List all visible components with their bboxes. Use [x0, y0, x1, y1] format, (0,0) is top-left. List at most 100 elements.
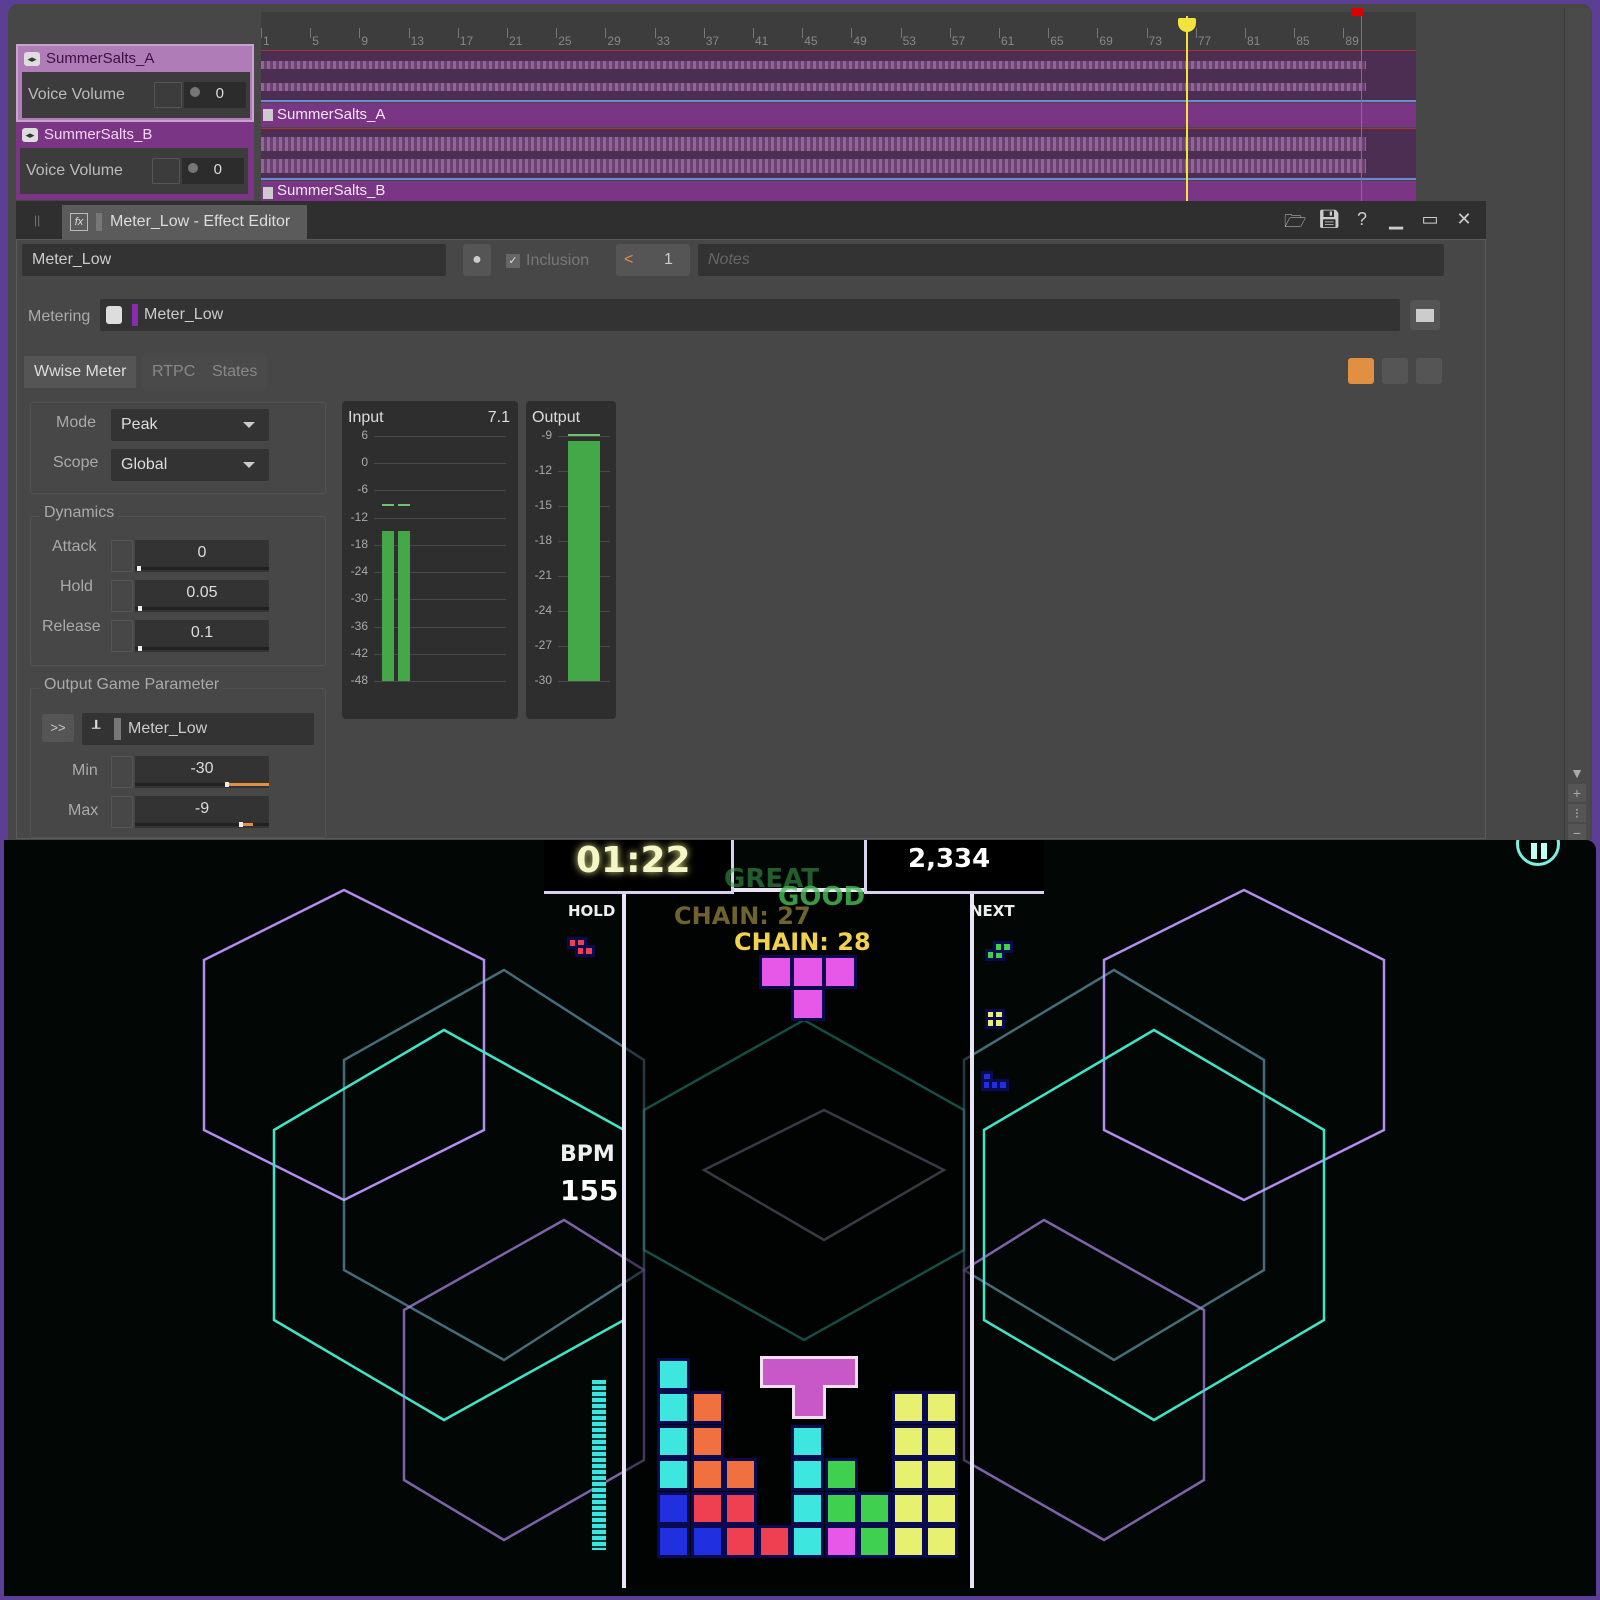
slider-thumb[interactable]	[225, 782, 229, 787]
stack-block	[657, 1391, 690, 1424]
slider-thumb[interactable]	[137, 566, 141, 571]
zoom-out-button[interactable]: −	[1568, 824, 1586, 840]
output-peak-hold	[568, 434, 600, 436]
clip-bar-a[interactable]: SummerSalts_A	[261, 103, 1416, 127]
timeline-ruler[interactable]: 1 5 9 13 17 21 25 29 33 37 41 45 49 53 57 61 65 69 73 77 81 8…	[261, 12, 1416, 50]
track-header-a[interactable]: ◂▸ SummerSalts_A Voice Volume 0	[16, 44, 254, 122]
browse-button[interactable]	[1410, 300, 1440, 330]
next-block	[981, 1071, 993, 1083]
spinner[interactable]	[111, 580, 133, 612]
hold-input[interactable]: 0.05	[111, 580, 269, 612]
next-block	[993, 949, 1005, 961]
clip-bar-b[interactable]: SummerSalts_B	[261, 181, 1416, 201]
meter-gridline	[558, 436, 610, 437]
slider-thumb[interactable]	[138, 646, 142, 651]
ruler-tick	[949, 28, 951, 38]
voice-volume-label: Voice Volume	[26, 162, 123, 179]
layout-rows-button[interactable]	[1416, 358, 1442, 384]
ruler-tick	[408, 28, 410, 38]
ruler-tick	[556, 28, 558, 38]
notes-input[interactable]: Notes	[698, 244, 1444, 276]
spinner[interactable]	[111, 540, 133, 572]
help-icon[interactable]: ?	[1352, 209, 1372, 239]
track-expand-icon[interactable]: ◂▸	[24, 51, 40, 66]
track-expand-icon[interactable]: ◂▸	[22, 127, 38, 142]
vertical-scrollbar[interactable]	[1564, 8, 1590, 840]
knob-icon[interactable]	[188, 163, 198, 173]
next-block	[993, 1017, 1005, 1029]
plugin-share-icon[interactable]	[106, 306, 122, 324]
color-swatch	[96, 213, 102, 231]
attack-slider[interactable]	[135, 566, 269, 571]
clip-handle[interactable]	[263, 109, 273, 121]
expand-button[interactable]: >>	[42, 714, 74, 742]
spinner[interactable]	[111, 796, 133, 828]
hold-slider[interactable]	[135, 606, 269, 611]
filter-icon[interactable]: ▼	[1568, 764, 1586, 782]
voice-volume-spinner[interactable]	[152, 158, 180, 184]
open-folder-icon[interactable]: 🗁	[1284, 209, 1306, 239]
falling-block	[791, 955, 825, 989]
editor-tab[interactable]: fx Meter_Low - Effect Editor	[62, 205, 307, 239]
game-viewport[interactable]: 01:22 2,334 HOLD NEXT GREAT GOOD CHAIN: …	[4, 840, 1596, 1596]
track-header-b[interactable]: ◂▸ SummerSalts_B Voice Volume 0	[16, 122, 254, 200]
max-slider[interactable]	[135, 822, 269, 827]
hold-block	[575, 937, 587, 949]
zoom-in-button[interactable]: +	[1568, 784, 1586, 802]
layout-columns-button[interactable]	[1382, 358, 1408, 384]
ruler-tick	[1343, 28, 1345, 38]
max-input[interactable]: -9	[111, 796, 269, 828]
waveform-lane-a[interactable]	[261, 50, 1416, 102]
zoom-fit-button[interactable]: ⁝	[1568, 804, 1586, 822]
release-label: Release	[42, 618, 101, 635]
stack-block	[690, 1424, 724, 1458]
stack-block	[858, 1525, 891, 1558]
close-icon[interactable]: ✕	[1454, 209, 1474, 239]
min-slider[interactable]	[135, 782, 269, 787]
spinner[interactable]	[111, 620, 133, 652]
slider-thumb[interactable]	[138, 606, 142, 611]
end-marker-flag[interactable]	[1351, 8, 1363, 16]
attack-input[interactable]: 0	[111, 540, 269, 572]
voice-volume-spinner[interactable]	[154, 82, 182, 108]
min-input[interactable]: -30	[111, 756, 269, 788]
input-meter-title: Input	[348, 409, 384, 426]
tab-states[interactable]: States	[202, 356, 268, 388]
meter-gridline	[558, 681, 610, 682]
ruler-tick-label: 29	[607, 34, 621, 48]
playhead-line	[1186, 16, 1188, 202]
maximize-icon[interactable]: ▭	[1420, 209, 1440, 239]
tab-rtpc[interactable]: RTPC	[142, 356, 206, 388]
object-name-input[interactable]: Meter_Low	[22, 244, 446, 276]
output-meter-title: Output	[532, 409, 581, 426]
tab-wwise-meter[interactable]: Wwise Meter	[24, 356, 137, 388]
mode-dropdown[interactable]: Peak	[111, 409, 269, 441]
waveform-lane-b[interactable]	[261, 128, 1416, 180]
ruler-tick-label: 33	[656, 34, 670, 48]
metering-input[interactable]: Meter_Low	[100, 299, 1400, 331]
spinner[interactable]	[111, 756, 133, 788]
knob-icon[interactable]	[190, 87, 200, 97]
minimize-icon[interactable]: ▁	[1386, 209, 1406, 239]
slider-thumb[interactable]	[239, 822, 243, 827]
ruler-tick-label: 17	[459, 34, 474, 48]
color-palette-button[interactable]: ●	[463, 244, 491, 276]
waveform-right	[261, 159, 1366, 173]
stack-block	[925, 1391, 958, 1424]
release-input[interactable]: 0.1	[111, 620, 269, 652]
save-icon[interactable]: 💾︎	[1318, 209, 1341, 239]
stack-block	[824, 1491, 858, 1525]
release-slider[interactable]	[135, 646, 269, 651]
meter-scale-label: -21	[534, 568, 552, 582]
next-block	[985, 949, 997, 961]
scope-dropdown[interactable]: Global	[111, 449, 269, 481]
references-button[interactable]: < 1	[616, 244, 690, 276]
ruler-tick-label: 53	[902, 34, 916, 48]
ruler-tick	[457, 28, 459, 38]
clip-handle[interactable]	[263, 187, 273, 199]
drag-grip-icon[interactable]: ||	[34, 213, 40, 227]
stack-block	[891, 1458, 925, 1491]
ruler-tick-label: 1	[263, 34, 270, 48]
layout-single-button[interactable]	[1348, 358, 1374, 384]
inclusion-checkbox[interactable]: ✓	[506, 254, 520, 268]
